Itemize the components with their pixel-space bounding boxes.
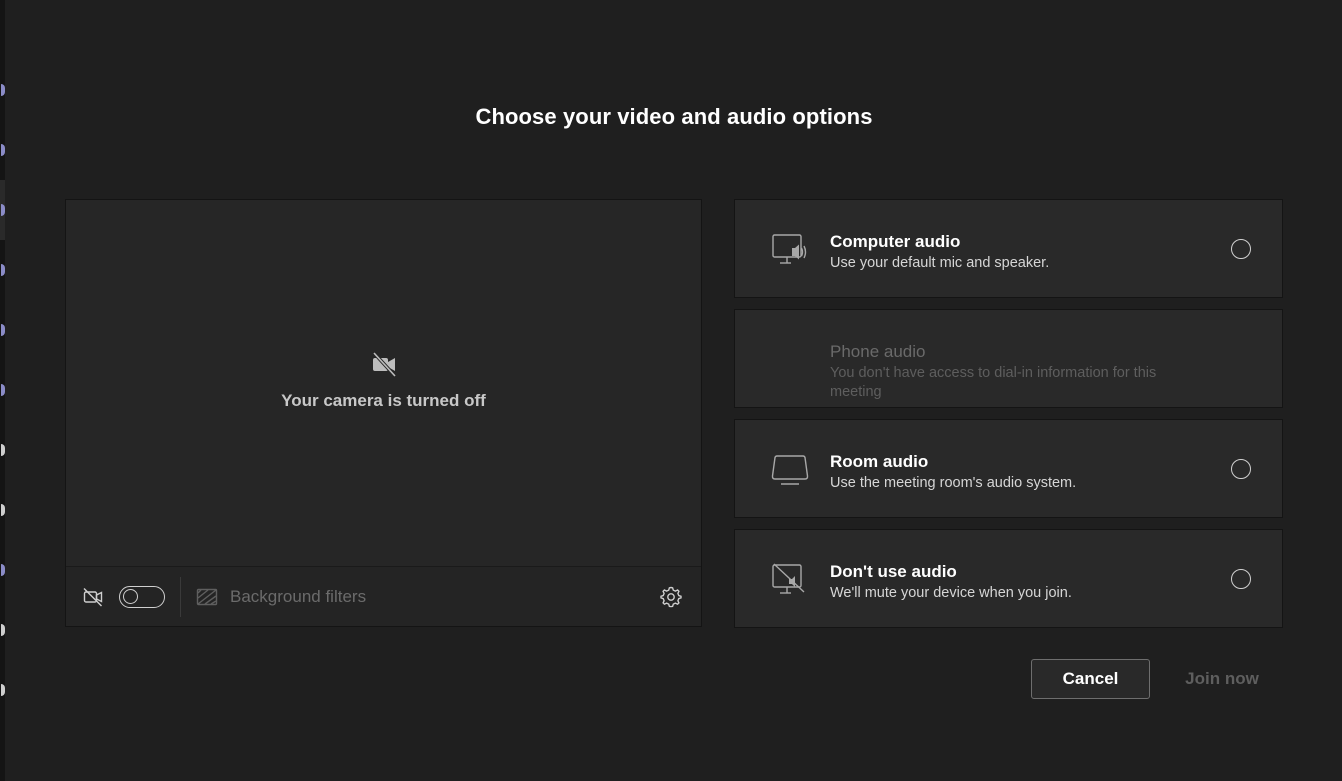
audio-option-title: Room audio [830,452,929,471]
dialog-title: Choose your video and audio options [475,104,873,129]
rail-indicator [1,684,5,696]
preview-toolbar: Background filters [66,566,701,626]
gear-icon[interactable] [659,585,683,609]
video-preview: Your camera is turned off Background fil… [65,199,702,627]
audio-option-description: We'll mute your device when you join. [830,585,1072,601]
rail-indicator [1,264,5,276]
audio-option-title: Computer audio [830,232,961,251]
cancel-button[interactable]: Cancel [1031,659,1150,699]
rail-indicator [1,504,5,516]
computer-audio-radio[interactable] [1231,239,1251,259]
audio-option-description: You don't have access to dial-in informa… [830,365,1157,400]
join-now-button[interactable]: Join now [1170,659,1274,699]
audio-option-room[interactable]: Room audio Use the meeting room's audio … [734,419,1283,518]
audio-option-description: Use your default mic and speaker. [830,255,1050,271]
rail-indicator [1,624,5,636]
rail-indicator [1,324,5,336]
audio-option-no-audio[interactable]: Don't use audio We'll mute your device w… [734,529,1283,628]
audio-option-title: Phone audio [830,342,926,361]
audio-option-title: Don't use audio [830,562,957,581]
toggle-knob [123,589,138,604]
rail-indicator [1,444,5,456]
rail-indicator [1,384,5,396]
room-audio-icon [771,455,809,485]
camera-off-message: Your camera is turned off [66,350,701,411]
audio-option-computer[interactable]: Computer audio Use your default mic and … [734,199,1283,298]
toolbar-divider [180,577,181,617]
background-filters-button[interactable]: Background filters [196,585,366,609]
camera-off-icon [83,588,103,607]
room-audio-radio[interactable] [1231,459,1251,479]
camera-off-icon [372,351,396,378]
no-audio-icon [772,563,805,594]
audio-option-phone: Phone audio You don't have access to dia… [734,309,1283,408]
background-filters-label: Background filters [230,587,367,606]
no-audio-radio[interactable] [1231,569,1251,589]
rail-indicator [1,564,5,576]
audio-option-description: Use the meeting room's audio system. [830,475,1077,491]
computer-audio-icon [772,234,807,264]
rail-indicator [1,144,5,156]
rail-indicator [1,84,5,96]
camera-off-text: Your camera is turned off [281,391,486,410]
background-filters-icon [196,588,218,606]
camera-toggle[interactable] [119,586,165,608]
